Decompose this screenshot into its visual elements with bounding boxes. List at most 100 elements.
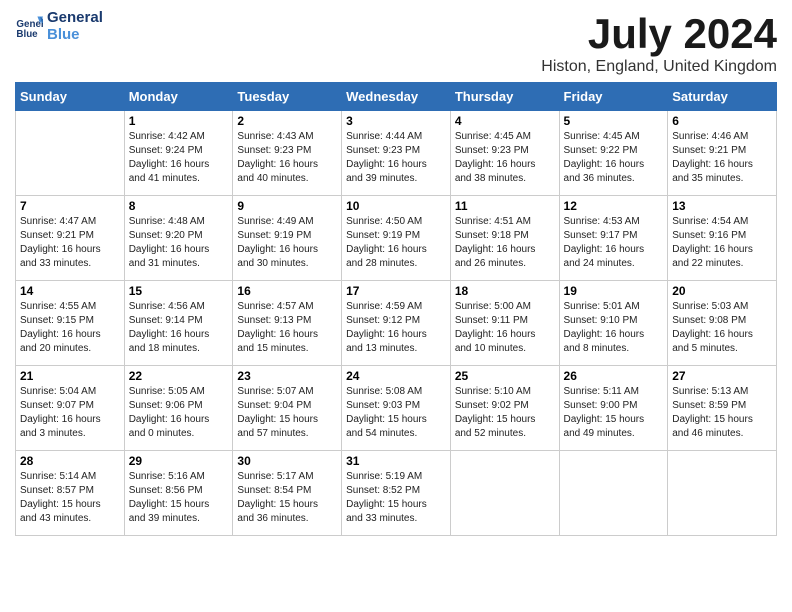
weekday-header-monday: Monday xyxy=(124,83,233,111)
week-row-5: 28 Sunrise: 5:14 AM Sunset: 8:57 PM Dayli… xyxy=(16,451,777,536)
day-number: 28 xyxy=(20,454,120,468)
calendar-table: SundayMondayTuesdayWednesdayThursdayFrid… xyxy=(15,82,777,536)
day-info: Sunrise: 4:48 AM Sunset: 9:20 PM Dayligh… xyxy=(129,215,229,271)
calendar-cell: 14Sunrise: 4:55 AM Sunset: 9:15 PM Dayli… xyxy=(16,281,125,366)
calendar-cell: 2 Sunrise: 4:43 AM Sunset: 9:23 PM Daylig… xyxy=(233,111,342,196)
day-number: 17 xyxy=(346,284,446,298)
header: General Blue General Blue July 2024 Hist… xyxy=(15,10,777,76)
week-row-4: 21 Sunrise: 5:04 AM Sunset: 9:07 PM Dayli… xyxy=(16,366,777,451)
calendar-cell: 9 Sunrise: 4:49 AM Sunset: 9:19 PM Daylig… xyxy=(233,196,342,281)
calendar-cell: 30 Sunrise: 5:17 AM Sunset: 8:54 PM Dayli… xyxy=(233,451,342,536)
day-info: Sunrise: 4:57 AM Sunset: 9:13 PM Dayligh… xyxy=(237,300,337,356)
day-number: 31 xyxy=(346,454,446,468)
weekday-header-row: SundayMondayTuesdayWednesdayThursdayFrid… xyxy=(16,83,777,111)
day-info: Sunrise: 4:45 AM Sunset: 9:22 PM Dayligh… xyxy=(564,130,664,186)
weekday-header-wednesday: Wednesday xyxy=(342,83,451,111)
logo-icon: General Blue xyxy=(15,13,43,41)
calendar-cell: 22Sunrise: 5:05 AM Sunset: 9:06 PM Dayli… xyxy=(124,366,233,451)
day-info: Sunrise: 5:14 AM Sunset: 8:57 PM Dayligh… xyxy=(20,470,120,526)
calendar-cell xyxy=(16,111,125,196)
day-number: 20 xyxy=(672,284,772,298)
day-info: Sunrise: 5:03 AM Sunset: 9:08 PM Dayligh… xyxy=(672,300,772,356)
day-info: Sunrise: 4:43 AM Sunset: 9:23 PM Dayligh… xyxy=(237,130,337,186)
day-number: 8 xyxy=(129,199,229,213)
calendar-cell: 18 Sunrise: 5:00 AM Sunset: 9:11 PM Dayli… xyxy=(450,281,559,366)
calendar-cell: 16Sunrise: 4:57 AM Sunset: 9:13 PM Dayli… xyxy=(233,281,342,366)
weekday-header-sunday: Sunday xyxy=(16,83,125,111)
day-info: Sunrise: 5:07 AM Sunset: 9:04 PM Dayligh… xyxy=(237,385,337,441)
day-info: Sunrise: 5:10 AM Sunset: 9:02 PM Dayligh… xyxy=(455,385,555,441)
day-number: 9 xyxy=(237,199,337,213)
calendar-cell: 5 Sunrise: 4:45 AM Sunset: 9:22 PM Daylig… xyxy=(559,111,668,196)
day-info: Sunrise: 4:59 AM Sunset: 9:12 PM Dayligh… xyxy=(346,300,446,356)
calendar-cell: 19 Sunrise: 5:01 AM Sunset: 9:10 PM Dayli… xyxy=(559,281,668,366)
day-number: 2 xyxy=(237,114,337,128)
day-number: 30 xyxy=(237,454,337,468)
day-info: Sunrise: 5:00 AM Sunset: 9:11 PM Dayligh… xyxy=(455,300,555,356)
day-number: 15 xyxy=(129,284,229,298)
logo-text-general: General xyxy=(47,10,103,27)
title-area: July 2024 Histon, England, United Kingdo… xyxy=(541,10,777,76)
day-info: Sunrise: 5:04 AM Sunset: 9:07 PM Dayligh… xyxy=(20,385,120,441)
day-number: 10 xyxy=(346,199,446,213)
calendar-cell: 7 Sunrise: 4:47 AM Sunset: 9:21 PM Daylig… xyxy=(16,196,125,281)
calendar-cell: 27 Sunrise: 5:13 AM Sunset: 8:59 PM Dayli… xyxy=(668,366,777,451)
calendar-cell: 17 Sunrise: 4:59 AM Sunset: 9:12 PM Dayli… xyxy=(342,281,451,366)
calendar-cell: 3 Sunrise: 4:44 AM Sunset: 9:23 PM Daylig… xyxy=(342,111,451,196)
day-number: 11 xyxy=(455,199,555,213)
day-number: 5 xyxy=(564,114,664,128)
calendar-cell: 13 Sunrise: 4:54 AM Sunset: 9:16 PM Dayli… xyxy=(668,196,777,281)
calendar-cell xyxy=(668,451,777,536)
day-number: 21 xyxy=(20,369,120,383)
day-info: Sunrise: 4:42 AM Sunset: 9:24 PM Dayligh… xyxy=(129,130,229,186)
day-number: 27 xyxy=(672,369,772,383)
day-info: Sunrise: 4:54 AM Sunset: 9:16 PM Dayligh… xyxy=(672,215,772,271)
day-info: Sunrise: 4:55 AM Sunset: 9:15 PM Dayligh… xyxy=(20,300,120,356)
day-info: Sunrise: 5:01 AM Sunset: 9:10 PM Dayligh… xyxy=(564,300,664,356)
day-info: Sunrise: 5:19 AM Sunset: 8:52 PM Dayligh… xyxy=(346,470,446,526)
day-info: Sunrise: 4:46 AM Sunset: 9:21 PM Dayligh… xyxy=(672,130,772,186)
calendar-cell: 11 Sunrise: 4:51 AM Sunset: 9:18 PM Dayli… xyxy=(450,196,559,281)
weekday-header-saturday: Saturday xyxy=(668,83,777,111)
day-info: Sunrise: 4:53 AM Sunset: 9:17 PM Dayligh… xyxy=(564,215,664,271)
day-number: 22 xyxy=(129,369,229,383)
day-number: 4 xyxy=(455,114,555,128)
day-number: 23 xyxy=(237,369,337,383)
week-row-1: 1Sunrise: 4:42 AM Sunset: 9:24 PM Daylig… xyxy=(16,111,777,196)
calendar-cell: 28 Sunrise: 5:14 AM Sunset: 8:57 PM Dayli… xyxy=(16,451,125,536)
day-number: 13 xyxy=(672,199,772,213)
day-info: Sunrise: 5:08 AM Sunset: 9:03 PM Dayligh… xyxy=(346,385,446,441)
logo-text-blue: Blue xyxy=(47,27,103,44)
day-info: Sunrise: 4:51 AM Sunset: 9:18 PM Dayligh… xyxy=(455,215,555,271)
day-number: 25 xyxy=(455,369,555,383)
day-number: 29 xyxy=(129,454,229,468)
weekday-header-thursday: Thursday xyxy=(450,83,559,111)
day-info: Sunrise: 4:45 AM Sunset: 9:23 PM Dayligh… xyxy=(455,130,555,186)
day-info: Sunrise: 5:16 AM Sunset: 8:56 PM Dayligh… xyxy=(129,470,229,526)
day-info: Sunrise: 4:49 AM Sunset: 9:19 PM Dayligh… xyxy=(237,215,337,271)
day-number: 6 xyxy=(672,114,772,128)
calendar-cell: 20 Sunrise: 5:03 AM Sunset: 9:08 PM Dayli… xyxy=(668,281,777,366)
calendar-cell: 1Sunrise: 4:42 AM Sunset: 9:24 PM Daylig… xyxy=(124,111,233,196)
day-info: Sunrise: 5:17 AM Sunset: 8:54 PM Dayligh… xyxy=(237,470,337,526)
day-number: 18 xyxy=(455,284,555,298)
calendar-cell: 26Sunrise: 5:11 AM Sunset: 9:00 PM Dayli… xyxy=(559,366,668,451)
day-info: Sunrise: 4:56 AM Sunset: 9:14 PM Dayligh… xyxy=(129,300,229,356)
day-number: 3 xyxy=(346,114,446,128)
svg-text:Blue: Blue xyxy=(16,28,38,39)
calendar-cell: 4 Sunrise: 4:45 AM Sunset: 9:23 PM Daylig… xyxy=(450,111,559,196)
day-number: 12 xyxy=(564,199,664,213)
day-number: 7 xyxy=(20,199,120,213)
day-number: 24 xyxy=(346,369,446,383)
day-number: 26 xyxy=(564,369,664,383)
day-info: Sunrise: 4:50 AM Sunset: 9:19 PM Dayligh… xyxy=(346,215,446,271)
calendar-cell: 10 Sunrise: 4:50 AM Sunset: 9:19 PM Dayli… xyxy=(342,196,451,281)
day-number: 19 xyxy=(564,284,664,298)
day-info: Sunrise: 5:13 AM Sunset: 8:59 PM Dayligh… xyxy=(672,385,772,441)
calendar-cell xyxy=(559,451,668,536)
day-info: Sunrise: 4:47 AM Sunset: 9:21 PM Dayligh… xyxy=(20,215,120,271)
calendar-cell: 21 Sunrise: 5:04 AM Sunset: 9:07 PM Dayli… xyxy=(16,366,125,451)
day-info: Sunrise: 4:44 AM Sunset: 9:23 PM Dayligh… xyxy=(346,130,446,186)
calendar-cell: 8 Sunrise: 4:48 AM Sunset: 9:20 PM Daylig… xyxy=(124,196,233,281)
weekday-header-tuesday: Tuesday xyxy=(233,83,342,111)
